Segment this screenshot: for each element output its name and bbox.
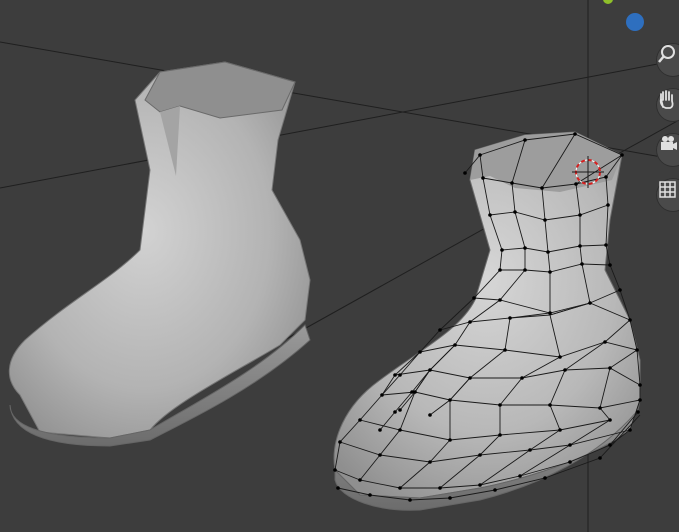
- grid-icon: [659, 181, 676, 198]
- boot-object-left: [8, 61, 311, 447]
- zoom-icon: [658, 45, 675, 63]
- 3d-viewport[interactable]: [0, 0, 679, 532]
- boot-mesh-right: [333, 131, 642, 511]
- viewport-canvas: [0, 0, 679, 532]
- camera-icon: [661, 136, 677, 150]
- gizmo-z-axis-dot[interactable]: [626, 13, 644, 31]
- pan-hand-icon: [659, 90, 674, 109]
